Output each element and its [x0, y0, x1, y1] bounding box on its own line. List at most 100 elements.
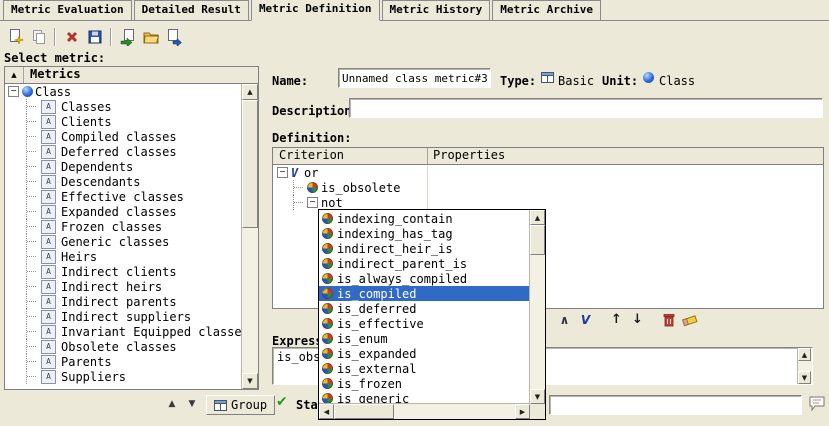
tree-connector: [26, 99, 40, 114]
folder-icon: [142, 28, 160, 46]
metrics-column-header[interactable]: Metrics: [24, 67, 258, 83]
metric-icon: A: [41, 100, 56, 114]
collapse-icon[interactable]: −: [8, 86, 19, 97]
dropdown-item[interactable]: indirect_heir_is: [319, 241, 530, 256]
import-metrics-icon[interactable]: [116, 26, 139, 48]
group-toggle-button[interactable]: Group: [206, 395, 275, 415]
tab-metric-history[interactable]: Metric History: [382, 0, 491, 21]
tree-scrollbar-thumb[interactable]: [242, 100, 258, 228]
criterion-column-header[interactable]: Criterion: [273, 148, 428, 164]
tree-item[interactable]: AParents: [5, 354, 242, 369]
dropdown-item[interactable]: indirect_parent_is: [319, 256, 530, 271]
dropdown-item-label: is_enum: [337, 332, 388, 346]
dropdown-hscrollbar-thumb[interactable]: [334, 404, 394, 419]
metric-icon: A: [41, 205, 56, 219]
scroll-up-icon[interactable]: ▲: [798, 348, 811, 361]
tree-item[interactable]: AIndirect parents: [5, 294, 242, 309]
scroll-up-icon[interactable]: ▲: [530, 210, 545, 225]
copy-metric-icon[interactable]: [27, 26, 50, 48]
tree-item[interactable]: AIndirect clients: [5, 264, 242, 279]
new-metric-icon[interactable]: [4, 26, 27, 48]
export-metrics-icon[interactable]: [162, 26, 185, 48]
move-criterion-down-icon[interactable]: ↓: [629, 311, 646, 328]
or-criterion-icon[interactable]: V: [577, 311, 594, 328]
save-metric-icon[interactable]: [83, 26, 106, 48]
tree-item[interactable]: AObsolete classes: [5, 339, 242, 354]
dropdown-item[interactable]: is_effective: [319, 316, 530, 331]
criterion-row-or[interactable]: − V or: [273, 165, 823, 180]
tab-metric-evaluation[interactable]: Metric Evaluation: [3, 0, 132, 21]
tree-item[interactable]: AGeneric classes: [5, 234, 242, 249]
tree-connector: [26, 339, 40, 354]
tree-item[interactable]: AIndirect heirs: [5, 279, 242, 294]
and-criterion-icon[interactable]: ∧: [556, 311, 573, 328]
scroll-down-icon[interactable]: ▼: [242, 373, 258, 389]
status-detail-input[interactable]: [549, 395, 802, 415]
expression-scrollbar[interactable]: ▲ ▼: [797, 348, 812, 384]
tree-item[interactable]: AClients: [5, 114, 242, 129]
dropdown-item[interactable]: is_enum: [319, 331, 530, 346]
tree-connector: [26, 129, 40, 144]
tree-item[interactable]: AExpanded classes: [5, 204, 242, 219]
properties-column-header[interactable]: Properties: [428, 148, 823, 164]
tree-item-label: Indirect clients: [59, 265, 177, 279]
collapse-icon[interactable]: −: [277, 167, 288, 178]
tree-item[interactable]: ADeferred classes: [5, 144, 242, 159]
move-metric-down-button[interactable]: ▼: [184, 397, 200, 411]
sort-ascending-icon[interactable]: ▲: [5, 67, 24, 83]
tree-item[interactable]: ACompiled classes: [5, 129, 242, 144]
scroll-down-icon[interactable]: ▼: [530, 389, 545, 404]
description-input[interactable]: [349, 98, 823, 118]
tree-item-label: Suppliers: [59, 370, 126, 384]
dropdown-horizontal-scrollbar[interactable]: ◀ ▶: [319, 403, 530, 419]
delete-metric-icon[interactable]: [60, 26, 83, 48]
dropdown-item[interactable]: is_frozen: [319, 376, 530, 391]
dropdown-item[interactable]: is_deferred: [319, 301, 530, 316]
tab-detailed-result[interactable]: Detailed Result: [134, 0, 249, 21]
open-metrics-folder-icon[interactable]: [139, 26, 162, 48]
tree-item[interactable]: AEffective classes: [5, 189, 242, 204]
dropdown-item[interactable]: indexing_contain: [319, 211, 530, 226]
scroll-left-icon[interactable]: ◀: [319, 404, 334, 419]
dropdown-item[interactable]: indexing_has_tag: [319, 226, 530, 241]
tab-metric-definition[interactable]: Metric Definition: [251, 0, 380, 21]
tree-item-label: Parents: [59, 355, 112, 369]
name-input[interactable]: [338, 68, 491, 88]
tree-item[interactable]: AInvariant Equipped classes: [5, 324, 242, 339]
tree-scrollbar[interactable]: ▲ ▼: [241, 84, 258, 389]
tree-connector: [26, 114, 40, 129]
tree-root-class[interactable]: − Class: [5, 84, 242, 99]
tree-item[interactable]: AIndirect suppliers: [5, 309, 242, 324]
tree-item[interactable]: AClasses: [5, 99, 242, 114]
metric-icon: A: [41, 265, 56, 279]
collapse-icon[interactable]: −: [307, 197, 318, 208]
tree-item[interactable]: ADescendants: [5, 174, 242, 189]
tree-item-label: Classes: [59, 100, 112, 114]
tab-metric-archive[interactable]: Metric Archive: [492, 0, 601, 21]
scroll-down-icon[interactable]: ▼: [798, 371, 811, 384]
description-label: Description:: [272, 104, 359, 118]
dropdown-scrollbar-thumb[interactable]: [530, 225, 545, 255]
move-metric-up-button[interactable]: ▲: [164, 397, 180, 411]
tree-item[interactable]: AFrozen classes: [5, 219, 242, 234]
tree-item[interactable]: ADependents: [5, 159, 242, 174]
dropdown-item[interactable]: is_expanded: [319, 346, 530, 361]
dropdown-item-selected[interactable]: is_compiled: [319, 286, 530, 301]
dropdown-vertical-scrollbar[interactable]: ▲ ▼: [529, 210, 545, 404]
metric-icon: A: [41, 190, 56, 204]
tree-connector: [26, 189, 40, 204]
erase-definition-icon[interactable]: [681, 311, 698, 328]
tree-item[interactable]: AHeirs: [5, 249, 242, 264]
criterion-row-is-obsolete[interactable]: is_obsolete: [273, 180, 823, 195]
scroll-up-icon[interactable]: ▲: [242, 84, 258, 100]
criterion-row-not[interactable]: − not: [273, 195, 823, 210]
comment-button[interactable]: [808, 394, 826, 415]
delete-criterion-icon[interactable]: [660, 311, 677, 328]
dropdown-item[interactable]: is_always_compiled: [319, 271, 530, 286]
scroll-right-icon[interactable]: ▶: [515, 404, 530, 419]
move-criterion-up-icon[interactable]: ↑: [608, 311, 625, 328]
metric-tree-header[interactable]: ▲ Metrics: [5, 67, 258, 84]
metric-icon: A: [41, 295, 56, 309]
tree-item[interactable]: ASuppliers: [5, 369, 242, 384]
dropdown-item[interactable]: is_external: [319, 361, 530, 376]
